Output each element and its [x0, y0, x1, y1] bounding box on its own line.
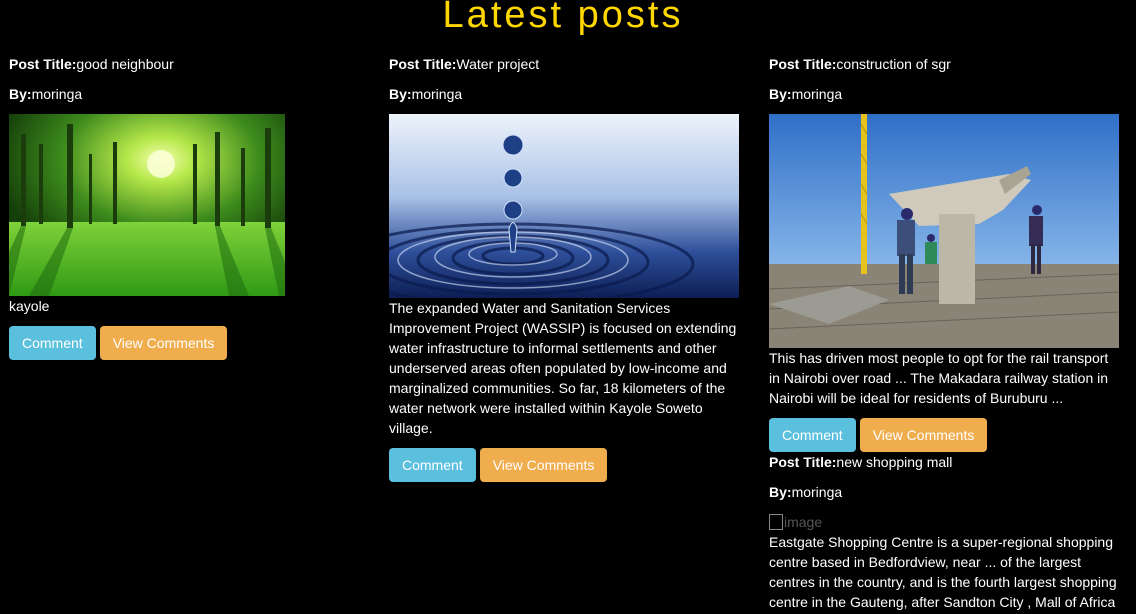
post-body: kayole — [9, 298, 50, 314]
image-alt-text: image — [784, 514, 823, 530]
comment-button[interactable]: Comment — [389, 448, 476, 482]
post-card: Post Title:construction of sgr By:moring… — [769, 54, 1119, 612]
post-title-line: Post Title:Water project — [389, 54, 739, 74]
post-title-label: Post Title: — [769, 56, 837, 72]
post-body: This has driven most people to opt for t… — [769, 350, 1109, 406]
post-card: Post Title:good neighbour By:moringa kay… — [9, 54, 359, 360]
view-comments-button[interactable]: View Comments — [99, 326, 228, 360]
post-author: moringa — [791, 484, 843, 500]
post-title: good neighbour — [76, 56, 174, 72]
water-drop-image — [389, 114, 739, 298]
view-comments-button[interactable]: View Comments — [479, 448, 608, 482]
post-author-line: By:moringa — [769, 84, 1119, 104]
post-title-line: Post Title:construction of sgr — [769, 54, 1119, 74]
post-title-line: Post Title:good neighbour — [9, 54, 359, 74]
post-title: new shopping mall — [836, 454, 953, 470]
post-author: moringa — [31, 86, 83, 102]
post-card: Post Title:new shopping mall By:moringa … — [769, 452, 1119, 612]
post-author-line: By:moringa — [389, 84, 739, 104]
post-body: The expanded Water and Sanitation Servic… — [389, 300, 737, 436]
post-title: Water project — [456, 56, 540, 72]
post-author-line: By:moringa — [769, 482, 1119, 502]
post-author: moringa — [791, 86, 843, 102]
post-author-label: By: — [769, 86, 792, 102]
post-card: Post Title:Water project By:moringa The … — [389, 54, 739, 482]
post-author: moringa — [411, 86, 463, 102]
forest-image — [9, 114, 285, 296]
railway-construction-image — [769, 114, 1119, 348]
post-title-label: Post Title: — [769, 454, 837, 470]
broken-image-placeholder: image — [769, 512, 1119, 532]
comment-button[interactable]: Comment — [9, 326, 96, 360]
post-body: Eastgate Shopping Centre is a super-regi… — [769, 534, 1117, 610]
view-comments-button[interactable]: View Comments — [859, 418, 988, 452]
post-title: construction of sgr — [836, 56, 951, 72]
post-author-label: By: — [389, 86, 412, 102]
post-author-label: By: — [769, 484, 792, 500]
post-author-label: By: — [9, 86, 32, 102]
post-title-label: Post Title: — [389, 56, 457, 72]
post-title-label: Post Title: — [9, 56, 77, 72]
post-author-line: By:moringa — [9, 84, 359, 104]
post-title-line: Post Title:new shopping mall — [769, 452, 1119, 472]
comment-button[interactable]: Comment — [769, 418, 856, 452]
broken-image-icon — [769, 514, 783, 530]
page-title: Latest posts — [442, 0, 684, 36]
